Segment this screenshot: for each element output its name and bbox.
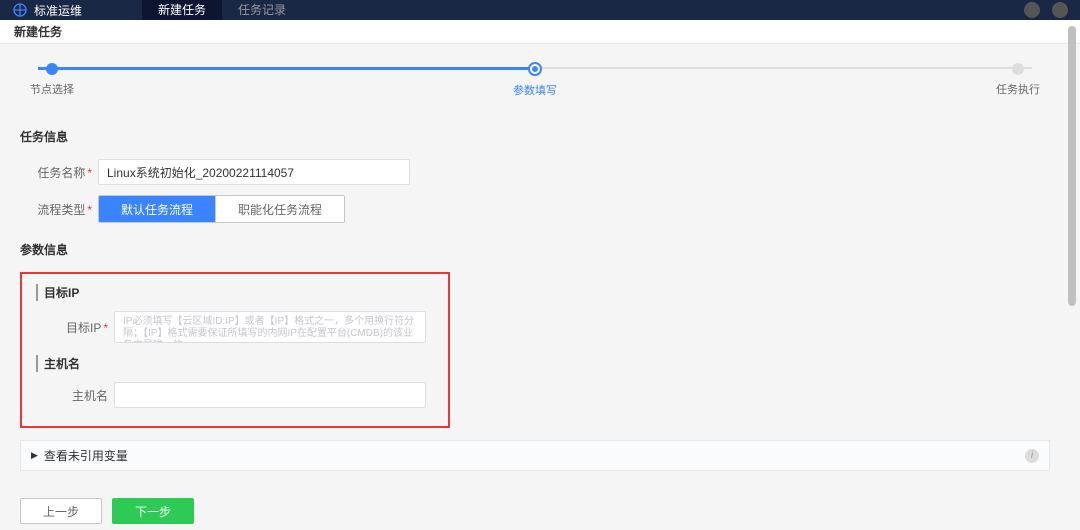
breadcrumb: 新建任务: [0, 20, 1080, 44]
target-ip-row: 目标IP*: [36, 311, 434, 343]
step-dot-icon: [528, 62, 542, 76]
next-button[interactable]: 下一步: [112, 498, 194, 524]
unreferenced-vars-label: 查看未引用变量: [44, 447, 128, 464]
step-dot-icon: [46, 63, 58, 75]
task-name-input[interactable]: [98, 159, 410, 185]
footer: 上一步 下一步: [20, 498, 194, 524]
step-1: 节点选择: [30, 63, 74, 97]
step-indicator: 节点选择 参数填写 任务执行: [20, 62, 1050, 98]
step-3: 任务执行: [996, 63, 1040, 97]
param-info-title: 参数信息: [20, 241, 1050, 258]
unreferenced-vars-row[interactable]: ▶ 查看未引用变量 i: [20, 440, 1050, 471]
prev-button[interactable]: 上一步: [20, 498, 102, 524]
param-highlight-box: 目标IP 目标IP* 主机名 主机名: [20, 272, 450, 428]
logo-icon: [12, 2, 28, 18]
hostname-label: 主机名: [36, 387, 108, 404]
hostname-input[interactable]: [114, 382, 426, 408]
step-1-label: 节点选择: [30, 81, 74, 97]
main: 节点选择 参数填写 任务执行 任务信息 任务名称* 流程类型* 默认任务流程 职…: [0, 44, 1080, 530]
tab-task-records[interactable]: 任务记录: [222, 0, 302, 20]
topbar-tabs: 新建任务 任务记录: [142, 0, 302, 20]
task-name-label: 任务名称*: [20, 164, 92, 181]
hostname-group-title: 主机名: [36, 355, 434, 372]
flow-type-group: 默认任务流程 职能化任务流程: [98, 195, 345, 223]
topbar-right: [1024, 2, 1068, 18]
help-icon[interactable]: [1024, 2, 1040, 18]
scrollbar[interactable]: [1068, 26, 1076, 524]
flow-type-default-button[interactable]: 默认任务流程: [99, 196, 216, 222]
task-info-title: 任务信息: [20, 128, 1050, 145]
target-ip-label: 目标IP*: [36, 319, 108, 336]
flow-type-functional-button[interactable]: 职能化任务流程: [216, 196, 344, 222]
step-dot-icon: [1012, 63, 1024, 75]
target-ip-input[interactable]: [114, 311, 426, 343]
brand-text: 标准运维: [34, 2, 82, 19]
tab-new-task[interactable]: 新建任务: [142, 0, 222, 20]
step-2-label: 参数填写: [513, 82, 557, 98]
user-avatar-icon[interactable]: [1052, 2, 1068, 18]
breadcrumb-text: 新建任务: [14, 23, 62, 40]
info-icon[interactable]: i: [1025, 449, 1039, 463]
target-ip-group-title: 目标IP: [36, 284, 434, 301]
task-name-row: 任务名称*: [20, 159, 1050, 185]
flow-type-row: 流程类型* 默认任务流程 职能化任务流程: [20, 195, 1050, 223]
step-2: 参数填写: [513, 62, 557, 98]
step-3-label: 任务执行: [996, 81, 1040, 97]
flow-type-label: 流程类型*: [20, 201, 92, 218]
hostname-row: 主机名: [36, 382, 434, 408]
scrollbar-thumb[interactable]: [1068, 26, 1076, 306]
topbar: 标准运维 新建任务 任务记录: [0, 0, 1080, 20]
brand: 标准运维: [12, 2, 82, 19]
chevron-right-icon: ▶: [31, 450, 38, 461]
